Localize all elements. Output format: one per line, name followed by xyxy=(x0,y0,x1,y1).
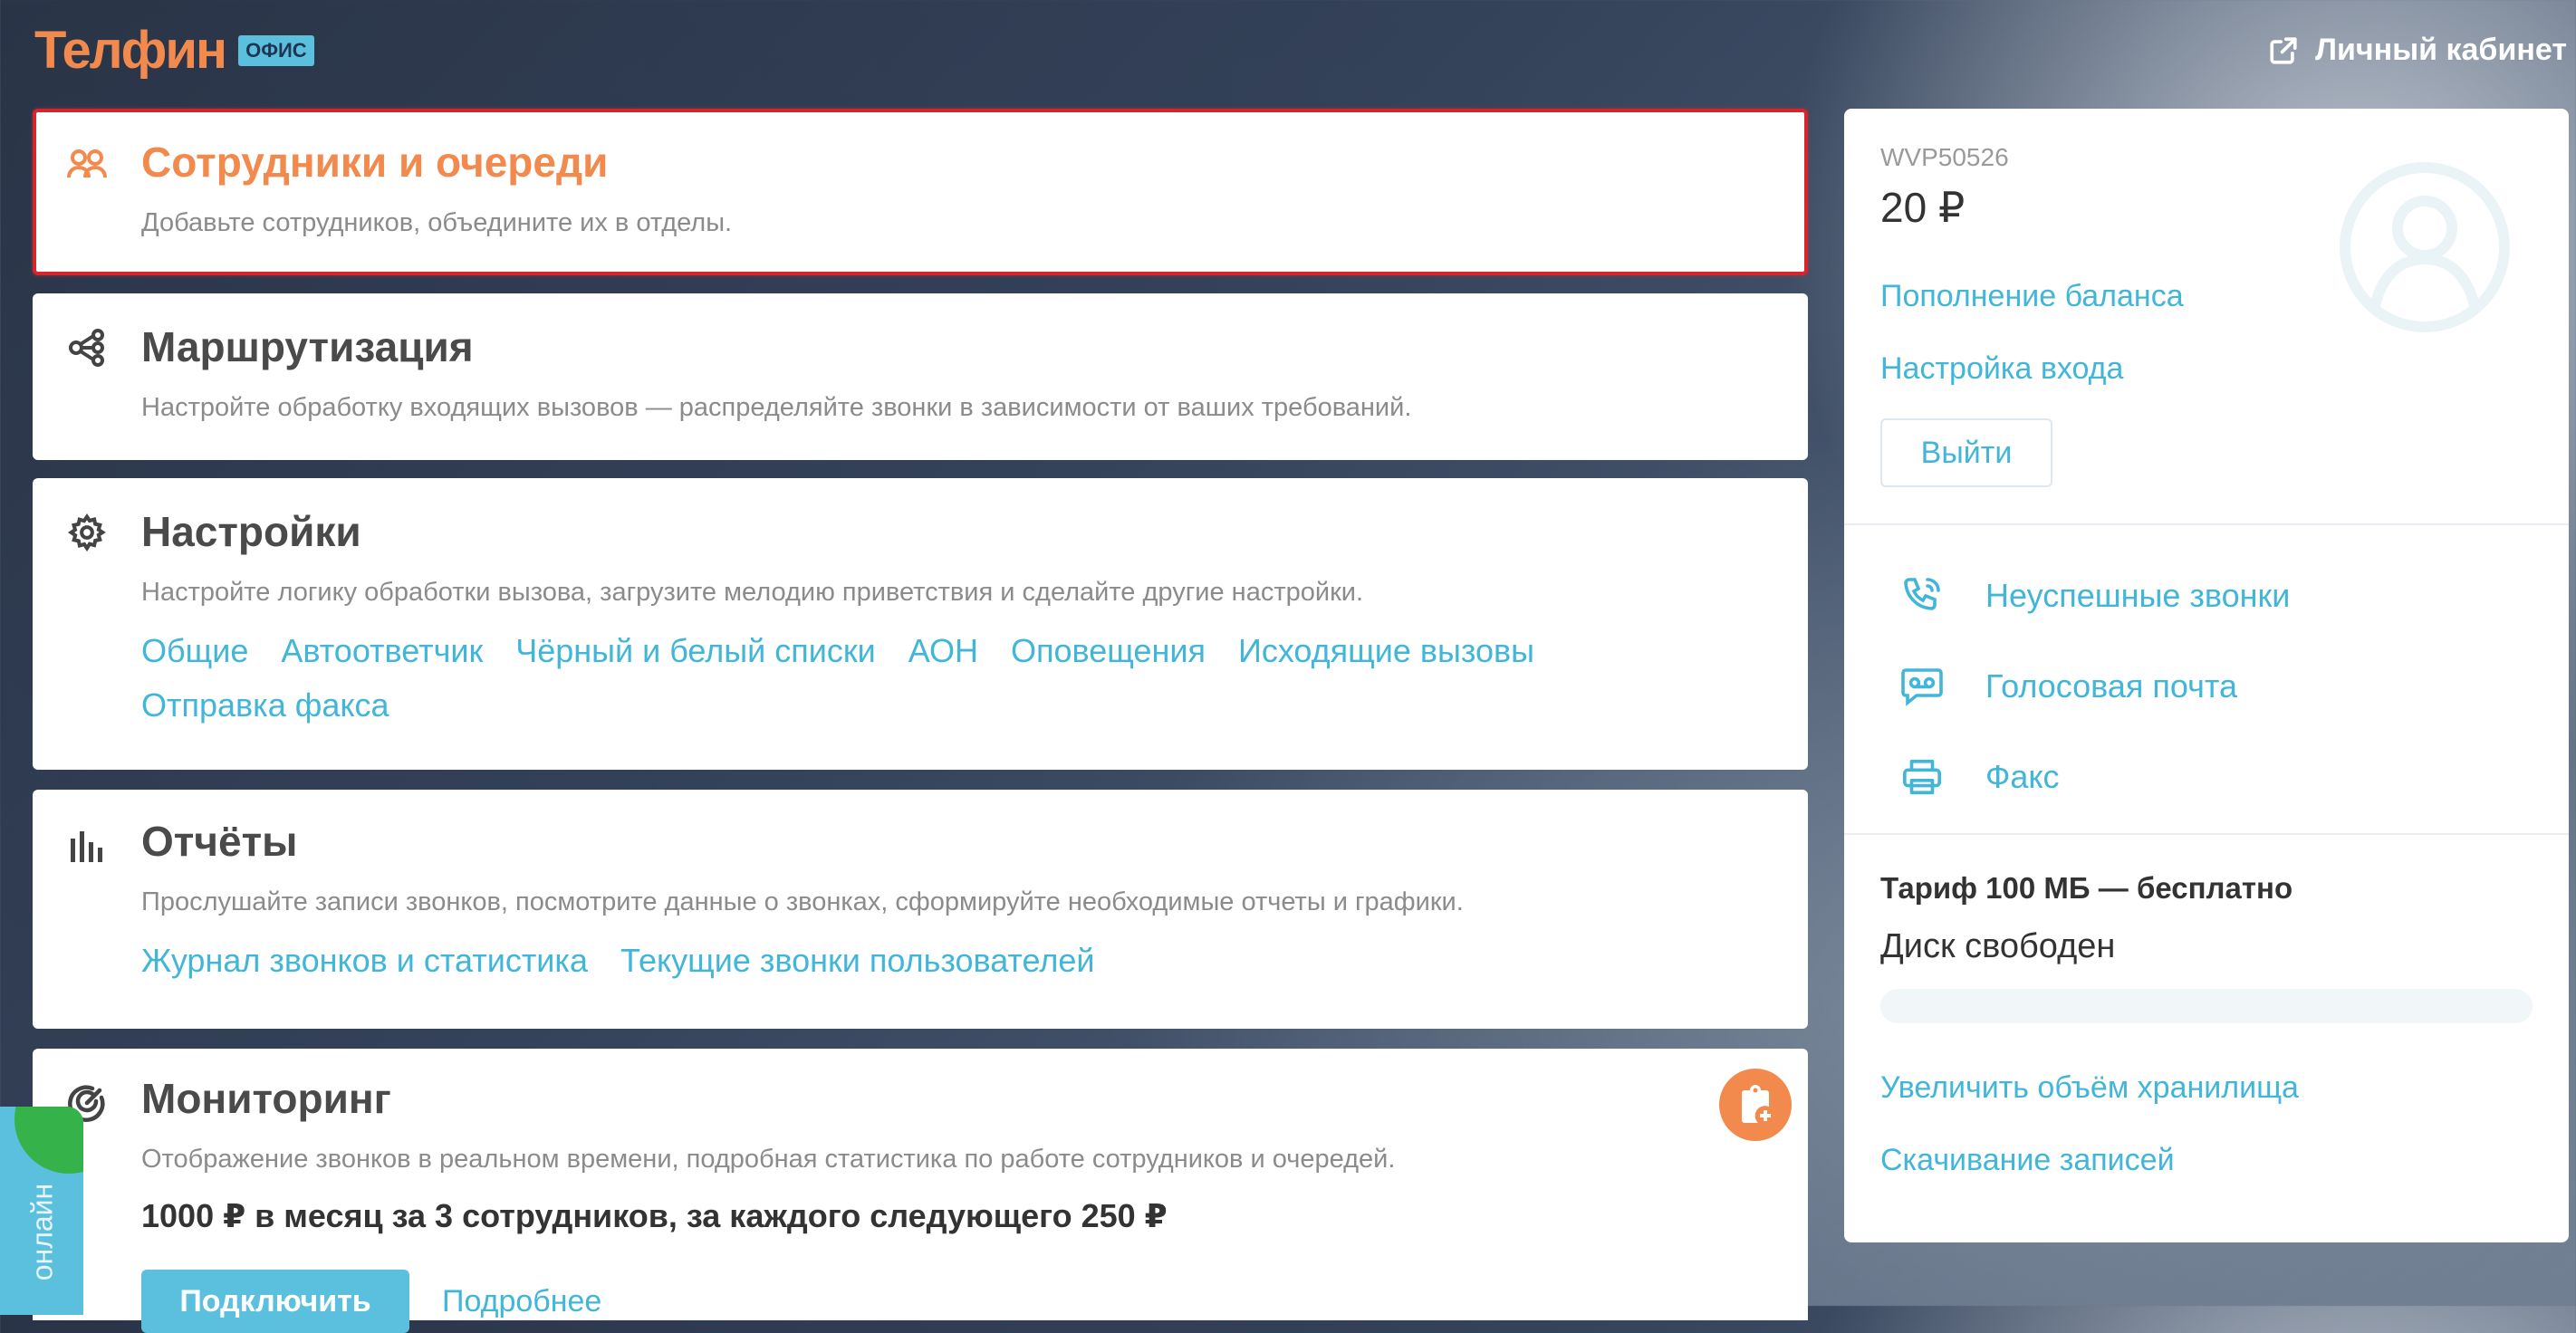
tariff-label: Тариф 100 МБ — бесплатно xyxy=(1880,871,2293,905)
card-description: Добавьте сотрудников, объедините их в от… xyxy=(141,208,733,237)
online-chat-tab[interactable]: онлайн xyxy=(0,1107,83,1315)
link-caller-id[interactable]: АОН xyxy=(908,632,978,669)
card-description: Прослушайте записи звонков, посмотрите д… xyxy=(141,887,1464,916)
increase-storage-link[interactable]: Увеличить объём хранилища xyxy=(1880,1070,2299,1106)
printer-icon xyxy=(1895,750,1949,804)
green-leaf-decoration xyxy=(14,1107,83,1174)
logo[interactable]: Телфин ОФИС xyxy=(34,24,314,78)
monitoring-price: 1000 ₽ в месяц за 3 сотрудников, за кажд… xyxy=(141,1197,1168,1234)
account-id: WVP50526 xyxy=(1880,143,2009,171)
card-monitoring[interactable]: Мониторинг Отображение звонков в реально… xyxy=(33,1049,1808,1333)
connect-button[interactable]: Подключить xyxy=(141,1270,409,1333)
link-send-fax[interactable]: Отправка факса xyxy=(141,686,389,724)
card-title[interactable]: Мониторинг xyxy=(141,1074,391,1123)
gear-icon xyxy=(65,511,109,554)
divider xyxy=(1844,833,2569,835)
login-settings-link[interactable]: Настройка входа xyxy=(1880,351,2123,387)
card-routing[interactable]: Маршрутизация Настройте обработку входящ… xyxy=(33,293,1808,460)
card-title[interactable]: Маршрутизация xyxy=(141,322,474,371)
balance: 20 ₽ xyxy=(1880,184,1966,231)
settings-links: Общие Автоответчик Чёрный и белый списки АО… xyxy=(141,632,1567,670)
avatar-icon xyxy=(2340,162,2510,332)
card-description: Настройте обработку входящих вызовов — р… xyxy=(141,393,1412,422)
online-label: онлайн xyxy=(25,1183,59,1281)
link-autoresponder[interactable]: Автоответчик xyxy=(281,632,483,669)
logo-badge: ОФИС xyxy=(238,35,314,66)
disk-status: Диск свободен xyxy=(1880,927,2116,965)
fax-link[interactable]: Факс xyxy=(1895,750,2060,804)
account-panel: WVP50526 20 ₽ Пополнение баланса Настрой… xyxy=(1844,109,2569,1242)
more-link[interactable]: Подробнее xyxy=(442,1284,601,1319)
link-general[interactable]: Общие xyxy=(141,632,248,669)
add-to-cart-button[interactable] xyxy=(1719,1069,1792,1141)
card-settings[interactable]: Настройки Настройте логику обработки выз… xyxy=(33,478,1808,770)
card-description: Настройте логику обработки вызова, загру… xyxy=(141,578,1364,607)
bar-chart-icon xyxy=(65,824,109,868)
fax-label: Факс xyxy=(1985,758,2060,795)
voicemail-label: Голосовая почта xyxy=(1985,667,2237,705)
phone-missed-icon xyxy=(1895,569,1949,623)
voicemail-icon xyxy=(1895,659,1949,714)
routing-icon xyxy=(65,326,109,369)
link-call-log[interactable]: Журнал звонков и статистика xyxy=(141,942,588,979)
personal-cabinet-link[interactable]: Личный кабинет xyxy=(2268,33,2567,68)
card-description: Отображение звонков в реальном времени, … xyxy=(141,1145,1396,1174)
link-black-white-lists[interactable]: Чёрный и белый списки xyxy=(515,632,876,669)
voicemail-link[interactable]: Голосовая почта xyxy=(1895,659,2237,714)
logout-button[interactable]: Выйти xyxy=(1880,418,2052,487)
divider xyxy=(1844,523,2569,525)
disk-usage-bar xyxy=(1880,989,2533,1023)
clipboard-plus-icon xyxy=(1742,1085,1771,1123)
card-reports[interactable]: Отчёты Прослушайте записи звонков, посмо… xyxy=(33,790,1808,1029)
missed-calls-label: Неуспешные звонки xyxy=(1985,577,2291,614)
link-outgoing-calls[interactable]: Исходящие вызовы xyxy=(1238,632,1534,669)
card-staff-queues[interactable]: Сотрудники и очереди Добавьте сотруднико… xyxy=(33,109,1808,275)
settings-links-row2: Отправка факса xyxy=(141,686,422,724)
link-current-calls[interactable]: Текущие звонки пользователей xyxy=(620,942,1095,979)
logo-text: Телфин xyxy=(34,21,227,80)
topup-balance-link[interactable]: Пополнение баланса xyxy=(1880,279,2184,314)
download-records-link[interactable]: Скачивание записей xyxy=(1880,1143,2175,1178)
card-title[interactable]: Настройки xyxy=(141,507,361,556)
card-title[interactable]: Отчёты xyxy=(141,817,297,866)
cabinet-label: Личный кабинет xyxy=(2315,33,2567,67)
reports-links: Журнал звонков и статистика Текущие звонк… xyxy=(141,942,1127,980)
users-icon xyxy=(65,143,109,187)
link-notifications[interactable]: Оповещения xyxy=(1011,632,1206,669)
external-link-icon xyxy=(2270,36,2297,64)
card-title[interactable]: Сотрудники и очереди xyxy=(141,138,608,187)
missed-calls-link[interactable]: Неуспешные звонки xyxy=(1895,569,2290,623)
